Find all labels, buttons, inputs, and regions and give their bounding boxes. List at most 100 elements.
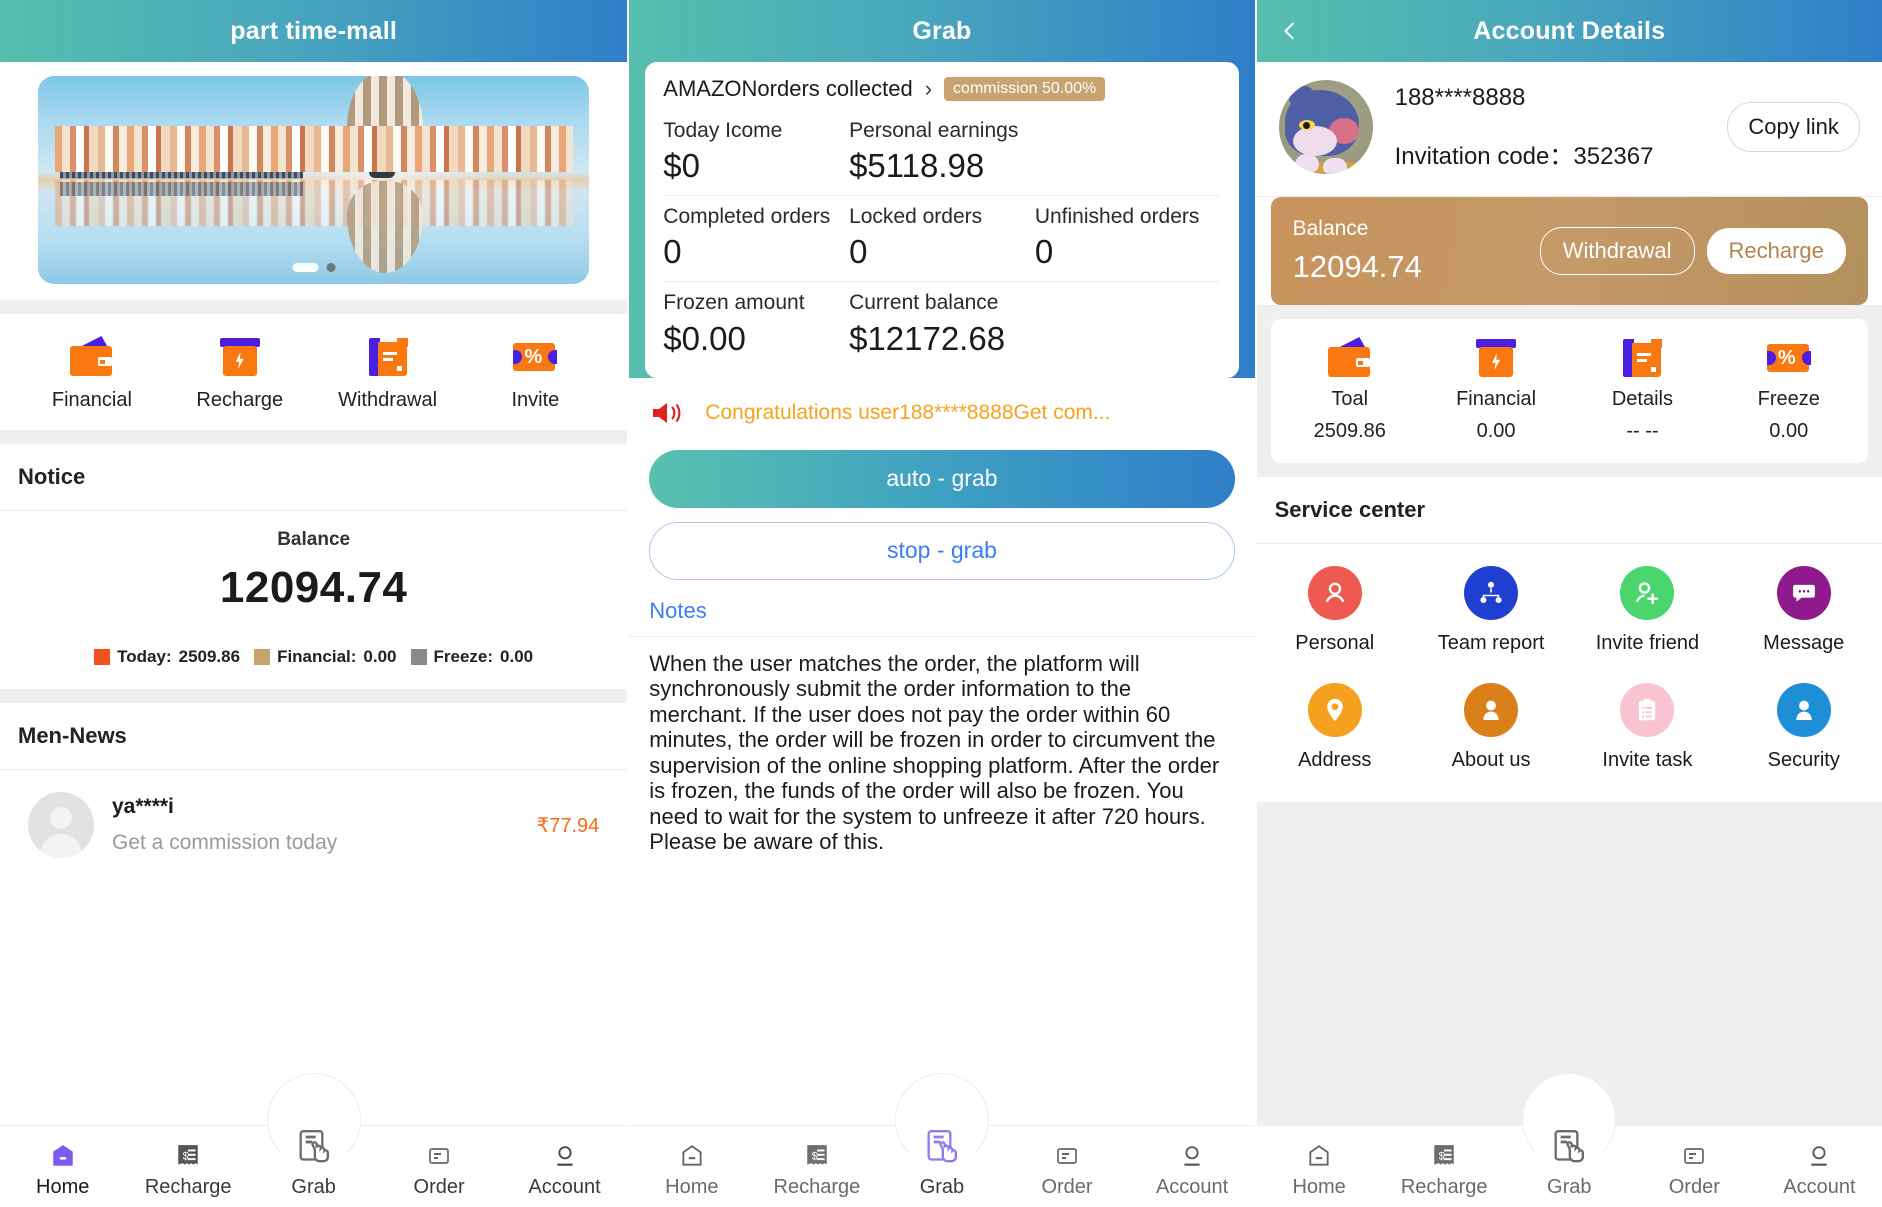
service-personal[interactable]: Personal	[1257, 552, 1413, 669]
legend-item-financial: Financial: 0.00	[254, 647, 397, 667]
tab-order[interactable]: Order	[1004, 1126, 1129, 1207]
chat-bubble-icon	[1776, 566, 1831, 620]
stat-unfinished-orders: Unfinished orders 0	[1035, 204, 1221, 271]
stat-label: Details	[1611, 388, 1673, 410]
avatar[interactable]	[1278, 80, 1373, 174]
service-address[interactable]: Address	[1257, 669, 1413, 786]
carousel-dot-1[interactable]	[292, 263, 319, 272]
tap-document-icon	[292, 1126, 336, 1168]
tab-label: Grab	[1547, 1176, 1592, 1198]
stat-value: $5118.98	[849, 147, 985, 185]
stat-value: $0.00	[663, 319, 746, 357]
hot-air-balloon-reflection-icon	[346, 181, 423, 274]
service-message[interactable]: Message	[1726, 552, 1882, 669]
stop-grab-button[interactable]: stop - grab	[649, 521, 1235, 580]
auto-grab-button[interactable]: auto - grab	[649, 449, 1235, 508]
tab-recharge[interactable]: $ Recharge	[754, 1126, 879, 1207]
service-invite-friend[interactable]: Invite friend	[1569, 552, 1725, 669]
news-subtitle: Get a commission today	[112, 831, 338, 854]
carousel-dot-2[interactable]	[326, 263, 336, 272]
service-invite-task[interactable]: Invite task	[1569, 669, 1725, 786]
tab-account[interactable]: Account	[1757, 1126, 1882, 1207]
stats-row-orders: Completed orders 0 Locked orders 0 Unfin…	[663, 195, 1221, 281]
legend-value: 0.00	[500, 647, 534, 666]
news-title: Men-News	[0, 703, 628, 769]
carousel-dots[interactable]	[292, 263, 336, 272]
team-network-icon	[1464, 566, 1519, 620]
person-icon	[1307, 566, 1362, 620]
service-label: Message	[1763, 632, 1845, 654]
wallet-icon	[68, 336, 116, 378]
quick-action-invite[interactable]: % Invite	[461, 336, 609, 412]
stats-row-balance: Frozen amount $0.00 Current balance $121…	[663, 281, 1221, 367]
balance-amount: 12094.74	[1292, 249, 1422, 284]
service-security[interactable]: Security	[1726, 669, 1882, 786]
tab-account[interactable]: Account	[1130, 1126, 1255, 1207]
svg-text:$: $	[811, 1150, 817, 1162]
legend-value: 0.00	[363, 647, 397, 666]
tab-order[interactable]: Order	[376, 1126, 501, 1207]
withdrawal-button[interactable]: Withdrawal	[1539, 227, 1695, 275]
divider	[0, 430, 628, 444]
notes-body: When the user matches the order, the pla…	[629, 635, 1255, 855]
grab-header: Grab	[629, 0, 1255, 62]
tab-grab[interactable]: Grab	[1507, 1126, 1632, 1207]
balance-banner: Balance 12094.74 Withdrawal Recharge	[1270, 197, 1868, 305]
banner-carousel[interactable]	[0, 62, 628, 300]
avatar	[28, 792, 94, 858]
stat-value: 0	[849, 233, 868, 271]
service-about-us[interactable]: About us	[1413, 669, 1569, 786]
tab-recharge[interactable]: $ Recharge	[125, 1126, 250, 1207]
divider	[0, 300, 628, 314]
tab-grab[interactable]: Grab	[251, 1126, 376, 1207]
chevron-left-icon[interactable]	[1279, 20, 1301, 42]
stat-details[interactable]: Details -- --	[1569, 337, 1715, 443]
stat-freeze[interactable]: % Freeze 0.00	[1716, 337, 1862, 443]
screenshot-root: part time-mall Financial Recharge Withdr…	[0, 0, 1882, 1207]
stat-financial[interactable]: Financial 0.00	[1423, 337, 1569, 443]
stat-label: Financial	[1456, 388, 1537, 410]
service-label: Personal	[1295, 632, 1375, 654]
service-label: Invite friend	[1595, 632, 1700, 654]
tab-label: Grab	[919, 1176, 965, 1198]
receipt-dollar-icon: $	[803, 1142, 831, 1170]
balance-label: Balance	[277, 529, 351, 550]
stat-label: Today Icome	[663, 119, 783, 142]
legend-swatch-today	[94, 649, 111, 665]
tab-grab[interactable]: Grab	[879, 1126, 1004, 1207]
service-label: Team report	[1437, 632, 1545, 654]
quick-action-withdrawal[interactable]: Withdrawal	[314, 336, 462, 412]
tab-home[interactable]: Home	[629, 1126, 754, 1207]
tab-order[interactable]: Order	[1632, 1126, 1757, 1207]
order-source-row[interactable]: AMAZONorders collected › commission 50.0…	[663, 76, 1220, 110]
tab-account[interactable]: Account	[502, 1126, 627, 1207]
quick-action-recharge[interactable]: Recharge	[166, 336, 314, 412]
tab-home[interactable]: Home	[1257, 1126, 1382, 1207]
home-header: part time-mall	[0, 0, 628, 62]
stat-total[interactable]: Toal 2509.86	[1277, 337, 1423, 443]
quick-action-financial[interactable]: Financial	[18, 336, 166, 412]
tab-label: Order	[1041, 1176, 1093, 1198]
tab-label: Account	[1783, 1176, 1856, 1198]
legend-label: Freeze:	[433, 647, 494, 666]
home-icon	[678, 1142, 706, 1170]
location-pin-icon	[1307, 683, 1362, 737]
withdrawal-icon	[1618, 337, 1666, 379]
announcement-marquee[interactable]: Congratulations user188****8888Get com..…	[629, 377, 1255, 444]
legend-label: Financial:	[277, 647, 357, 666]
stat-completed-orders: Completed orders 0	[663, 204, 849, 271]
list-item[interactable]: ya****i Get a commission today ₹77.94	[0, 770, 628, 886]
service-label: Invite task	[1602, 749, 1693, 771]
tab-label: Home	[36, 1176, 90, 1198]
bottom-tabbar: Home $ Recharge Grab Order Account	[629, 1073, 1255, 1207]
tab-recharge[interactable]: $ Recharge	[1382, 1126, 1507, 1207]
balance-card: Balance 12094.74 Today: 2509.86 Financia…	[0, 511, 628, 689]
service-team-report[interactable]: Team report	[1413, 552, 1569, 669]
stat-label: Completed orders	[663, 205, 831, 229]
tab-home[interactable]: Home	[0, 1126, 125, 1207]
service-row-2: Address About us Invite task Security	[1257, 669, 1882, 786]
recharge-button[interactable]: Recharge	[1706, 228, 1846, 274]
banner-image	[38, 76, 590, 284]
copy-link-button[interactable]: Copy link	[1727, 102, 1860, 152]
tab-label: Order	[413, 1176, 465, 1198]
